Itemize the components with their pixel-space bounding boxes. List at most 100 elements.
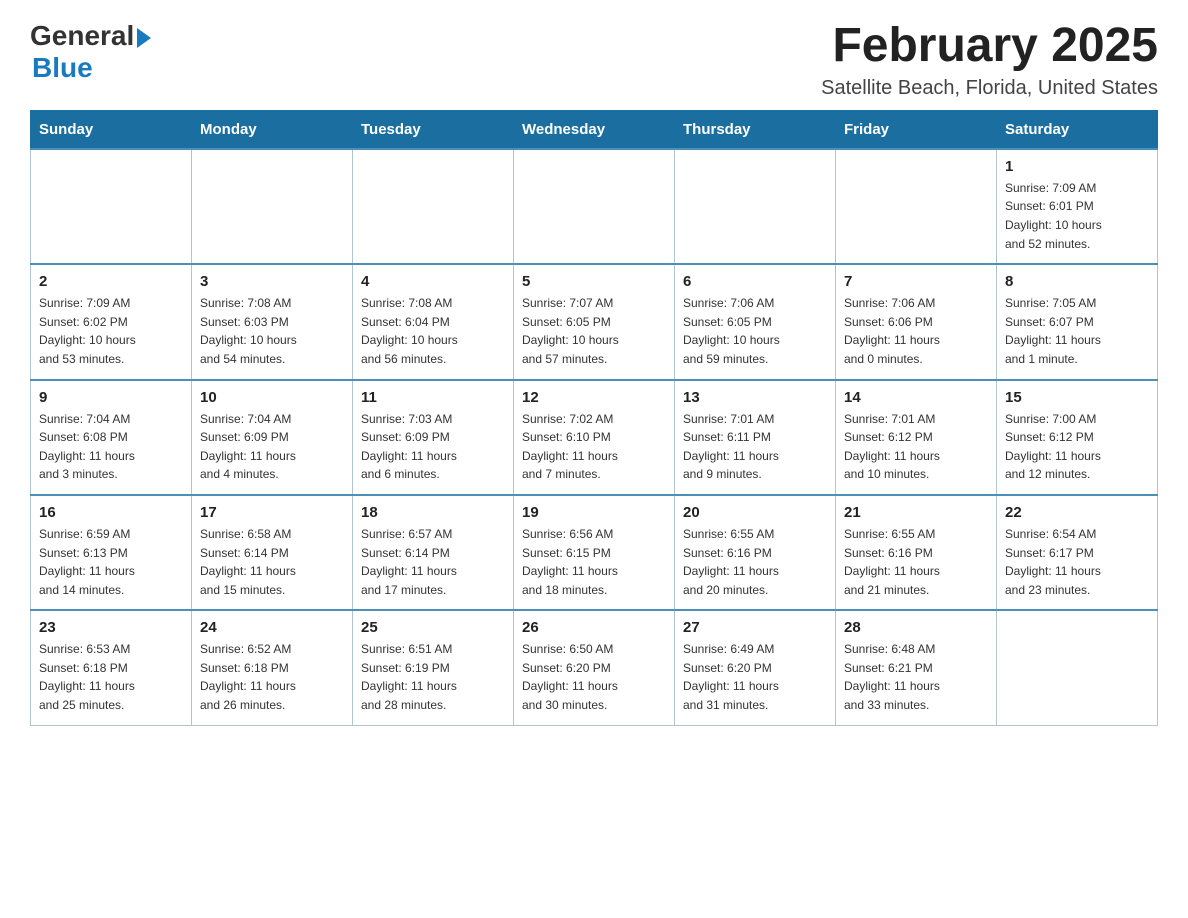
calendar-cell: 12 Sunrise: 7:02 AM Sunset: 6:10 PM Dayli… xyxy=(514,380,675,495)
location-title: Satellite Beach, Florida, United States xyxy=(821,77,1158,100)
calendar-cell: 19 Sunrise: 6:56 AM Sunset: 6:15 PM Dayli… xyxy=(514,495,675,610)
calendar-cell: 2 Sunrise: 7:09 AM Sunset: 6:02 PM Daylig… xyxy=(31,264,192,379)
day-of-week-header: Thursday xyxy=(675,110,836,149)
calendar-cell: 23 Sunrise: 6:53 AM Sunset: 6:18 PM Dayli… xyxy=(31,610,192,725)
day-info: Sunrise: 6:56 AM Sunset: 6:15 PM Dayligh… xyxy=(522,525,666,599)
day-of-week-header: Wednesday xyxy=(514,110,675,149)
day-info: Sunrise: 6:50 AM Sunset: 6:20 PM Dayligh… xyxy=(522,640,666,714)
calendar-week-row: 9 Sunrise: 7:04 AM Sunset: 6:08 PM Daylig… xyxy=(31,380,1158,495)
day-number: 17 xyxy=(200,504,344,521)
day-number: 24 xyxy=(200,619,344,636)
month-title: February 2025 xyxy=(821,20,1158,73)
day-info: Sunrise: 7:05 AM Sunset: 6:07 PM Dayligh… xyxy=(1005,294,1149,368)
day-info: Sunrise: 7:04 AM Sunset: 6:08 PM Dayligh… xyxy=(39,410,183,484)
day-info: Sunrise: 7:09 AM Sunset: 6:02 PM Dayligh… xyxy=(39,294,183,368)
day-number: 27 xyxy=(683,619,827,636)
day-number: 9 xyxy=(39,389,183,406)
calendar-cell: 16 Sunrise: 6:59 AM Sunset: 6:13 PM Dayli… xyxy=(31,495,192,610)
title-block: February 2025 Satellite Beach, Florida, … xyxy=(821,20,1158,100)
calendar-cell: 15Sunrise: 7:00 AM Sunset: 6:12 PM Dayli… xyxy=(997,380,1158,495)
calendar-cell: 24 Sunrise: 6:52 AM Sunset: 6:18 PM Dayli… xyxy=(192,610,353,725)
day-number: 25 xyxy=(361,619,505,636)
day-info: Sunrise: 7:03 AM Sunset: 6:09 PM Dayligh… xyxy=(361,410,505,484)
day-info: Sunrise: 7:06 AM Sunset: 6:05 PM Dayligh… xyxy=(683,294,827,368)
day-number: 4 xyxy=(361,273,505,290)
day-number: 21 xyxy=(844,504,988,521)
calendar-cell xyxy=(31,149,192,264)
day-number: 22 xyxy=(1005,504,1149,521)
logo-blue-text: Blue xyxy=(32,52,93,84)
day-number: 15 xyxy=(1005,389,1149,406)
day-number: 10 xyxy=(200,389,344,406)
day-number: 16 xyxy=(39,504,183,521)
calendar-cell: 13 Sunrise: 7:01 AM Sunset: 6:11 PM Dayli… xyxy=(675,380,836,495)
calendar-cell: 26 Sunrise: 6:50 AM Sunset: 6:20 PM Dayli… xyxy=(514,610,675,725)
calendar-cell xyxy=(997,610,1158,725)
day-number: 11 xyxy=(361,389,505,406)
calendar-cell xyxy=(353,149,514,264)
calendar-week-row: 16 Sunrise: 6:59 AM Sunset: 6:13 PM Dayli… xyxy=(31,495,1158,610)
day-info: Sunrise: 6:55 AM Sunset: 6:16 PM Dayligh… xyxy=(844,525,988,599)
calendar-cell: 9 Sunrise: 7:04 AM Sunset: 6:08 PM Daylig… xyxy=(31,380,192,495)
day-info: Sunrise: 7:01 AM Sunset: 6:11 PM Dayligh… xyxy=(683,410,827,484)
logo-general-text: General xyxy=(30,20,134,52)
calendar-cell: 21 Sunrise: 6:55 AM Sunset: 6:16 PM Dayli… xyxy=(836,495,997,610)
day-info: Sunrise: 7:04 AM Sunset: 6:09 PM Dayligh… xyxy=(200,410,344,484)
calendar-cell: 5 Sunrise: 7:07 AM Sunset: 6:05 PM Daylig… xyxy=(514,264,675,379)
calendar-cell: 3Sunrise: 7:08 AM Sunset: 6:03 PM Daylig… xyxy=(192,264,353,379)
day-info: Sunrise: 6:58 AM Sunset: 6:14 PM Dayligh… xyxy=(200,525,344,599)
calendar-cell: 25 Sunrise: 6:51 AM Sunset: 6:19 PM Dayli… xyxy=(353,610,514,725)
day-info: Sunrise: 7:07 AM Sunset: 6:05 PM Dayligh… xyxy=(522,294,666,368)
day-info: Sunrise: 6:59 AM Sunset: 6:13 PM Dayligh… xyxy=(39,525,183,599)
day-number: 28 xyxy=(844,619,988,636)
day-info: Sunrise: 7:08 AM Sunset: 6:04 PM Dayligh… xyxy=(361,294,505,368)
calendar-cell: 7 Sunrise: 7:06 AM Sunset: 6:06 PM Daylig… xyxy=(836,264,997,379)
day-info: Sunrise: 7:08 AM Sunset: 6:03 PM Dayligh… xyxy=(200,294,344,368)
day-number: 23 xyxy=(39,619,183,636)
day-info: Sunrise: 6:51 AM Sunset: 6:19 PM Dayligh… xyxy=(361,640,505,714)
day-info: Sunrise: 7:09 AM Sunset: 6:01 PM Dayligh… xyxy=(1005,179,1149,253)
day-info: Sunrise: 7:01 AM Sunset: 6:12 PM Dayligh… xyxy=(844,410,988,484)
logo: General Blue xyxy=(30,20,151,84)
day-info: Sunrise: 6:54 AM Sunset: 6:17 PM Dayligh… xyxy=(1005,525,1149,599)
calendar-week-row: 2 Sunrise: 7:09 AM Sunset: 6:02 PM Daylig… xyxy=(31,264,1158,379)
calendar-cell xyxy=(675,149,836,264)
day-number: 2 xyxy=(39,273,183,290)
calendar-cell: 14Sunrise: 7:01 AM Sunset: 6:12 PM Dayli… xyxy=(836,380,997,495)
calendar-cell xyxy=(192,149,353,264)
day-number: 1 xyxy=(1005,158,1149,175)
calendar-cell: 10 Sunrise: 7:04 AM Sunset: 6:09 PM Dayli… xyxy=(192,380,353,495)
day-info: Sunrise: 6:53 AM Sunset: 6:18 PM Dayligh… xyxy=(39,640,183,714)
day-of-week-header: Tuesday xyxy=(353,110,514,149)
day-of-week-header: Sunday xyxy=(31,110,192,149)
day-info: Sunrise: 7:02 AM Sunset: 6:10 PM Dayligh… xyxy=(522,410,666,484)
day-info: Sunrise: 6:49 AM Sunset: 6:20 PM Dayligh… xyxy=(683,640,827,714)
day-info: Sunrise: 6:52 AM Sunset: 6:18 PM Dayligh… xyxy=(200,640,344,714)
day-info: Sunrise: 6:48 AM Sunset: 6:21 PM Dayligh… xyxy=(844,640,988,714)
calendar-cell xyxy=(514,149,675,264)
calendar-cell: 22 Sunrise: 6:54 AM Sunset: 6:17 PM Dayli… xyxy=(997,495,1158,610)
calendar-cell: 18 Sunrise: 6:57 AM Sunset: 6:14 PM Dayli… xyxy=(353,495,514,610)
calendar-week-row: 1 Sunrise: 7:09 AM Sunset: 6:01 PM Daylig… xyxy=(31,149,1158,264)
calendar-cell: 1 Sunrise: 7:09 AM Sunset: 6:01 PM Daylig… xyxy=(997,149,1158,264)
calendar-cell: 28 Sunrise: 6:48 AM Sunset: 6:21 PM Dayli… xyxy=(836,610,997,725)
logo-arrow-icon xyxy=(137,28,151,48)
day-number: 12 xyxy=(522,389,666,406)
day-number: 13 xyxy=(683,389,827,406)
day-info: Sunrise: 6:57 AM Sunset: 6:14 PM Dayligh… xyxy=(361,525,505,599)
calendar-cell: 20Sunrise: 6:55 AM Sunset: 6:16 PM Dayli… xyxy=(675,495,836,610)
day-number: 8 xyxy=(1005,273,1149,290)
day-number: 19 xyxy=(522,504,666,521)
page-header: General Blue February 2025 Satellite Bea… xyxy=(30,20,1158,100)
day-number: 5 xyxy=(522,273,666,290)
day-number: 6 xyxy=(683,273,827,290)
day-number: 26 xyxy=(522,619,666,636)
calendar-table: SundayMondayTuesdayWednesdayThursdayFrid… xyxy=(30,110,1158,726)
calendar-cell: 27 Sunrise: 6:49 AM Sunset: 6:20 PM Dayli… xyxy=(675,610,836,725)
day-info: Sunrise: 7:06 AM Sunset: 6:06 PM Dayligh… xyxy=(844,294,988,368)
calendar-cell: 8 Sunrise: 7:05 AM Sunset: 6:07 PM Daylig… xyxy=(997,264,1158,379)
calendar-cell: 4 Sunrise: 7:08 AM Sunset: 6:04 PM Daylig… xyxy=(353,264,514,379)
day-number: 18 xyxy=(361,504,505,521)
day-of-week-header: Friday xyxy=(836,110,997,149)
day-number: 7 xyxy=(844,273,988,290)
